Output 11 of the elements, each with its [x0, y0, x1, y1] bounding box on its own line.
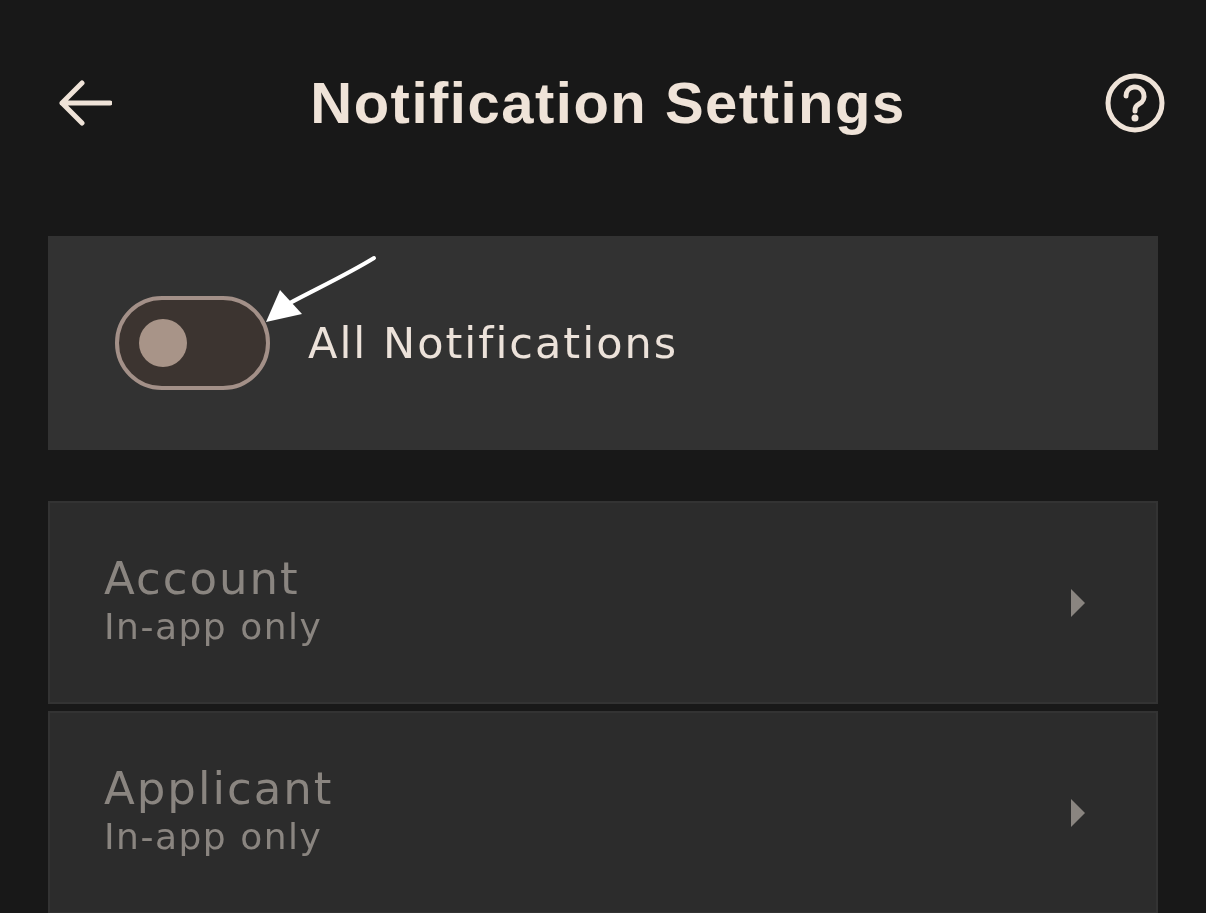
category-subtitle: In-app only: [104, 814, 324, 859]
category-subtitle: In-app only: [104, 604, 323, 649]
help-icon[interactable]: [1104, 71, 1166, 134]
category-title: Applicant: [104, 764, 334, 814]
back-icon[interactable]: [58, 79, 112, 126]
caret-icon: [1070, 797, 1086, 828]
category-title: Account: [104, 554, 301, 604]
toggle-label: All Notifications: [308, 316, 679, 370]
page-title: Notification Settings: [310, 68, 906, 137]
toggle-switch[interactable]: [115, 296, 270, 390]
caret-icon: [1070, 587, 1086, 618]
